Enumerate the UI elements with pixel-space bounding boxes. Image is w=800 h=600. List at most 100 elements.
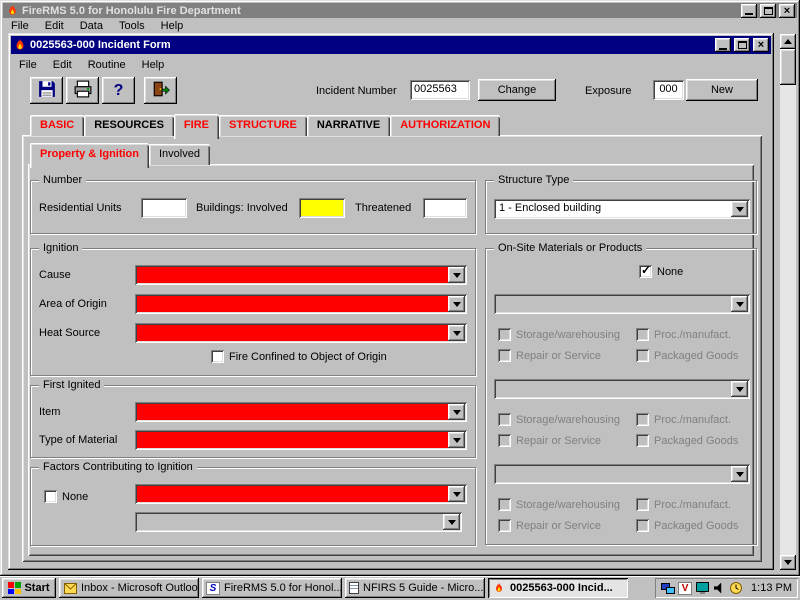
exposure-field[interactable]: 000 [653, 80, 684, 100]
structure-type-combobox[interactable]: 1 - Enclosed building [494, 199, 750, 219]
buildings-involved-field[interactable] [299, 198, 345, 218]
app-title: FireRMS 5.0 for Honolulu Fire Department [22, 5, 241, 17]
incident-menu-routine[interactable]: Routine [80, 57, 134, 73]
scroll-up-button[interactable] [780, 34, 796, 49]
fire-confined-checkbox[interactable]: Fire Confined to Object of Origin [211, 350, 387, 363]
app-menu-help[interactable]: Help [153, 18, 192, 34]
chevron-down-icon [443, 514, 460, 530]
app-close-button[interactable]: × [779, 4, 795, 18]
display-icon[interactable] [695, 582, 709, 595]
checkbox-box [498, 434, 511, 447]
tab-narrative[interactable]: NARRATIVE [307, 115, 390, 136]
incident-minimize-button[interactable] [715, 38, 731, 52]
app-titlebar[interactable]: FireRMS 5.0 for Honolulu Fire Department… [3, 3, 797, 18]
threatened-field[interactable] [423, 198, 467, 218]
checkbox-box [636, 498, 649, 511]
app-menubar: File Edit Data Tools Help [3, 18, 703, 34]
schedule-icon[interactable] [729, 582, 743, 595]
incident-menu-edit[interactable]: Edit [45, 57, 80, 73]
onsite-material-2-combobox [494, 379, 750, 399]
incident-menu-file[interactable]: File [11, 57, 45, 73]
start-button[interactable]: Start [2, 578, 56, 598]
structure-type-group: Structure Type 1 - Enclosed building [485, 180, 757, 234]
structure-type-group-title: Structure Type [494, 173, 573, 187]
structure-type-value: 1 - Enclosed building [499, 202, 728, 214]
chevron-down-icon[interactable] [448, 486, 465, 502]
onsite-none-label: None [657, 266, 683, 278]
proc-manufact-1-checkbox: Proc./manufact. [636, 328, 731, 341]
volume-icon[interactable] [712, 582, 726, 595]
checkbox-box [498, 498, 511, 511]
mdi-vertical-scrollbar[interactable] [780, 34, 796, 570]
exit-button[interactable] [144, 77, 177, 104]
app-maximize-button[interactable] [760, 4, 776, 18]
checkbox-box[interactable] [211, 350, 224, 363]
new-button[interactable]: New [686, 79, 758, 101]
network-icon[interactable] [661, 582, 675, 595]
tab-fire[interactable]: FIRE [174, 114, 219, 139]
app-minimize-button[interactable] [741, 4, 757, 18]
cause-combobox[interactable] [135, 265, 467, 285]
chevron-down-icon [731, 466, 748, 482]
factors-none-checkbox[interactable]: None [44, 490, 88, 503]
type-of-material-label: Type of Material [39, 434, 117, 447]
proc-manufact-2-checkbox: Proc./manufact. [636, 413, 731, 426]
scroll-thumb[interactable] [780, 49, 796, 85]
sub-tab-strip: Property & Ignition Involved [30, 141, 210, 165]
help-icon: ? [114, 82, 124, 100]
ignition-group-title: Ignition [39, 241, 82, 255]
incident-number-field[interactable]: 0025563 [410, 80, 470, 100]
item-combobox[interactable] [135, 402, 467, 422]
taskbar-item-firerms[interactable]: S FireRMS 5.0 for Honol... [202, 578, 342, 598]
subtab-property-ignition[interactable]: Property & Ignition [30, 143, 149, 168]
onsite-material-1-combobox [494, 294, 750, 314]
onsite-none-checkbox[interactable]: None [639, 265, 683, 278]
incident-titlebar[interactable]: 0025563-000 Incident Form × [11, 36, 771, 54]
cause-label: Cause [39, 269, 71, 282]
tab-basic[interactable]: BASIC [30, 115, 84, 136]
checkbox-box[interactable] [639, 265, 652, 278]
save-button[interactable] [30, 77, 63, 104]
print-button[interactable] [66, 77, 99, 104]
taskbar-item-outlook[interactable]: Inbox - Microsoft Outlook [59, 578, 199, 598]
taskbar-item-nfirs-guide[interactable]: NFIRS 5 Guide - Micro... [345, 578, 485, 598]
antivirus-icon[interactable]: V [678, 582, 692, 595]
chevron-down-icon[interactable] [731, 201, 748, 217]
repair-service-3-checkbox: Repair or Service [498, 519, 601, 532]
incident-menubar: File Edit Routine Help [11, 56, 411, 73]
app-menu-edit[interactable]: Edit [37, 18, 72, 34]
incident-close-button[interactable]: × [753, 38, 769, 52]
heat-source-combobox[interactable] [135, 323, 467, 343]
repair-service-1-checkbox: Repair or Service [498, 349, 601, 362]
chevron-down-icon[interactable] [448, 267, 465, 283]
change-button[interactable]: Change [478, 79, 556, 101]
subtab-involved[interactable]: Involved [149, 144, 210, 165]
area-of-origin-combobox[interactable] [135, 294, 467, 314]
tab-authorization[interactable]: AUTHORIZATION [390, 115, 500, 136]
packaged-goods-2-checkbox: Packaged Goods [636, 434, 738, 447]
app-menu-tools[interactable]: Tools [111, 18, 153, 34]
factor-1-combobox[interactable] [135, 484, 467, 504]
residential-units-field[interactable] [141, 198, 187, 218]
checkbox-box [636, 413, 649, 426]
scroll-down-button[interactable] [780, 555, 796, 570]
tab-structure[interactable]: STRUCTURE [219, 115, 307, 136]
app-menu-file[interactable]: File [3, 18, 37, 34]
chevron-down-icon[interactable] [448, 296, 465, 312]
chevron-down-icon[interactable] [448, 404, 465, 420]
checkbox-box [498, 328, 511, 341]
incident-menu-help[interactable]: Help [134, 57, 173, 73]
checkbox-box[interactable] [44, 490, 57, 503]
taskbar-item-incident-form[interactable]: 0025563-000 Incid... [488, 578, 628, 598]
help-button[interactable]: ? [102, 77, 135, 104]
chevron-down-icon[interactable] [448, 325, 465, 341]
residential-units-label: Residential Units [39, 202, 122, 215]
tab-resources[interactable]: RESOURCES [84, 115, 174, 136]
incident-maximize-button[interactable] [734, 38, 750, 52]
checkbox-box [498, 413, 511, 426]
chevron-down-icon[interactable] [448, 432, 465, 448]
type-of-material-combobox[interactable] [135, 430, 467, 450]
print-icon [74, 80, 92, 101]
app-menu-data[interactable]: Data [72, 18, 111, 34]
incident-form-icon [13, 39, 27, 52]
